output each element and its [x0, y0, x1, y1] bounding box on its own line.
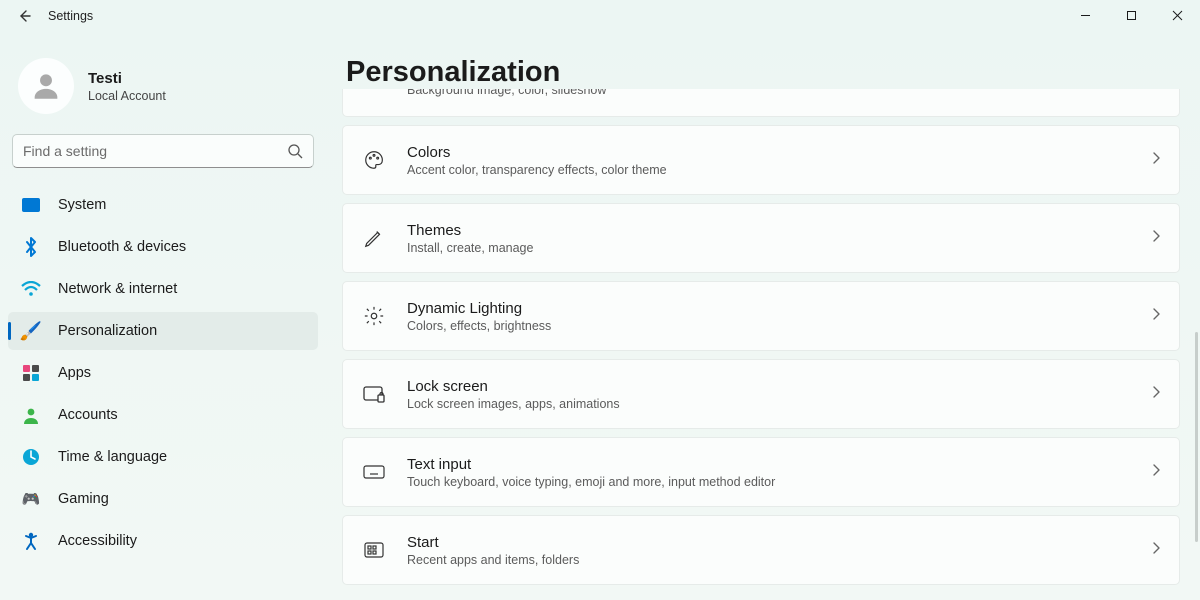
nav-label: Time & language	[58, 449, 167, 465]
chevron-right-icon	[1151, 385, 1161, 404]
nav-item-time[interactable]: Time & language	[8, 438, 318, 476]
nav-label: Network & internet	[58, 281, 177, 297]
avatar	[18, 58, 74, 114]
nav-label: Bluetooth & devices	[58, 239, 186, 255]
pen-icon	[361, 227, 387, 249]
minimize-button[interactable]	[1062, 0, 1108, 30]
card-background[interactable]: Background image, color, slideshow	[342, 89, 1180, 117]
nav-label: Accessibility	[58, 533, 137, 549]
card-colors[interactable]: Colors Accent color, transparency effect…	[342, 125, 1180, 195]
system-icon	[20, 194, 42, 216]
card-subtitle: Touch keyboard, voice typing, emoji and …	[407, 475, 1151, 489]
card-title: Colors	[407, 144, 1151, 161]
chevron-right-icon	[1151, 541, 1161, 560]
bluetooth-icon	[20, 236, 42, 258]
main-content: Personalization Background image, color,…	[326, 32, 1200, 600]
start-icon	[361, 541, 387, 559]
person-icon	[20, 404, 42, 426]
card-dynamic-lighting[interactable]: Dynamic Lighting Colors, effects, bright…	[342, 281, 1180, 351]
nav-item-bluetooth[interactable]: Bluetooth & devices	[8, 228, 318, 266]
chevron-right-icon	[1151, 307, 1161, 326]
apps-icon	[20, 362, 42, 384]
nav-item-accessibility[interactable]: Accessibility	[8, 522, 318, 560]
search-icon	[287, 143, 303, 159]
lock-screen-icon	[361, 384, 387, 404]
accessibility-icon	[20, 530, 42, 552]
search-box[interactable]	[12, 134, 314, 168]
window-title: Settings	[48, 9, 93, 23]
nav-label: System	[58, 197, 106, 213]
nav-item-network[interactable]: Network & internet	[8, 270, 318, 308]
paintbrush-icon: 🖌️	[20, 320, 42, 342]
user-subtitle: Local Account	[88, 89, 166, 103]
card-title: Text input	[407, 456, 1151, 473]
nav-label: Personalization	[58, 323, 157, 339]
card-title: Dynamic Lighting	[407, 300, 1151, 317]
back-button[interactable]	[14, 6, 34, 26]
card-themes[interactable]: Themes Install, create, manage	[342, 203, 1180, 273]
nav-label: Gaming	[58, 491, 109, 507]
window-controls	[1062, 0, 1200, 30]
card-subtitle: Lock screen images, apps, animations	[407, 397, 1151, 411]
chevron-right-icon	[1151, 151, 1161, 170]
card-subtitle: Install, create, manage	[407, 241, 1151, 255]
titlebar: Settings	[0, 0, 1200, 32]
sidebar: Testi Local Account System Bluetooth & d…	[0, 32, 326, 600]
card-subtitle: Accent color, transparency effects, colo…	[407, 163, 1151, 177]
nav-label: Apps	[58, 365, 91, 381]
palette-icon	[361, 149, 387, 171]
card-subtitle: Colors, effects, brightness	[407, 319, 1151, 333]
search-input[interactable]	[23, 143, 287, 159]
nav-list: System Bluetooth & devices Network & int…	[8, 186, 318, 560]
maximize-button[interactable]	[1108, 0, 1154, 30]
scrollbar[interactable]	[1195, 332, 1198, 542]
user-block[interactable]: Testi Local Account	[8, 52, 318, 134]
nav-item-accounts[interactable]: Accounts	[8, 396, 318, 434]
card-subtitle: Recent apps and items, folders	[407, 553, 1151, 567]
card-title: Start	[407, 534, 1151, 551]
close-button[interactable]	[1154, 0, 1200, 30]
card-subtitle: Background image, color, slideshow	[407, 89, 1161, 97]
card-title: Themes	[407, 222, 1151, 239]
nav-item-system[interactable]: System	[8, 186, 318, 224]
globe-clock-icon	[20, 446, 42, 468]
nav-item-apps[interactable]: Apps	[8, 354, 318, 392]
gear-icon	[361, 305, 387, 327]
wifi-icon	[20, 278, 42, 300]
card-text-input[interactable]: Text input Touch keyboard, voice typing,…	[342, 437, 1180, 507]
keyboard-icon	[361, 463, 387, 481]
card-lock-screen[interactable]: Lock screen Lock screen images, apps, an…	[342, 359, 1180, 429]
card-start[interactable]: Start Recent apps and items, folders	[342, 515, 1180, 585]
nav-item-personalization[interactable]: 🖌️ Personalization	[8, 312, 318, 350]
user-name: Testi	[88, 70, 166, 87]
gamepad-icon: 🎮	[20, 488, 42, 510]
page-title: Personalization	[346, 56, 1180, 89]
nav-label: Accounts	[58, 407, 118, 423]
chevron-right-icon	[1151, 463, 1161, 482]
chevron-right-icon	[1151, 229, 1161, 248]
nav-item-gaming[interactable]: 🎮 Gaming	[8, 480, 318, 518]
card-list: Background image, color, slideshow Color…	[342, 89, 1180, 585]
card-title: Lock screen	[407, 378, 1151, 395]
